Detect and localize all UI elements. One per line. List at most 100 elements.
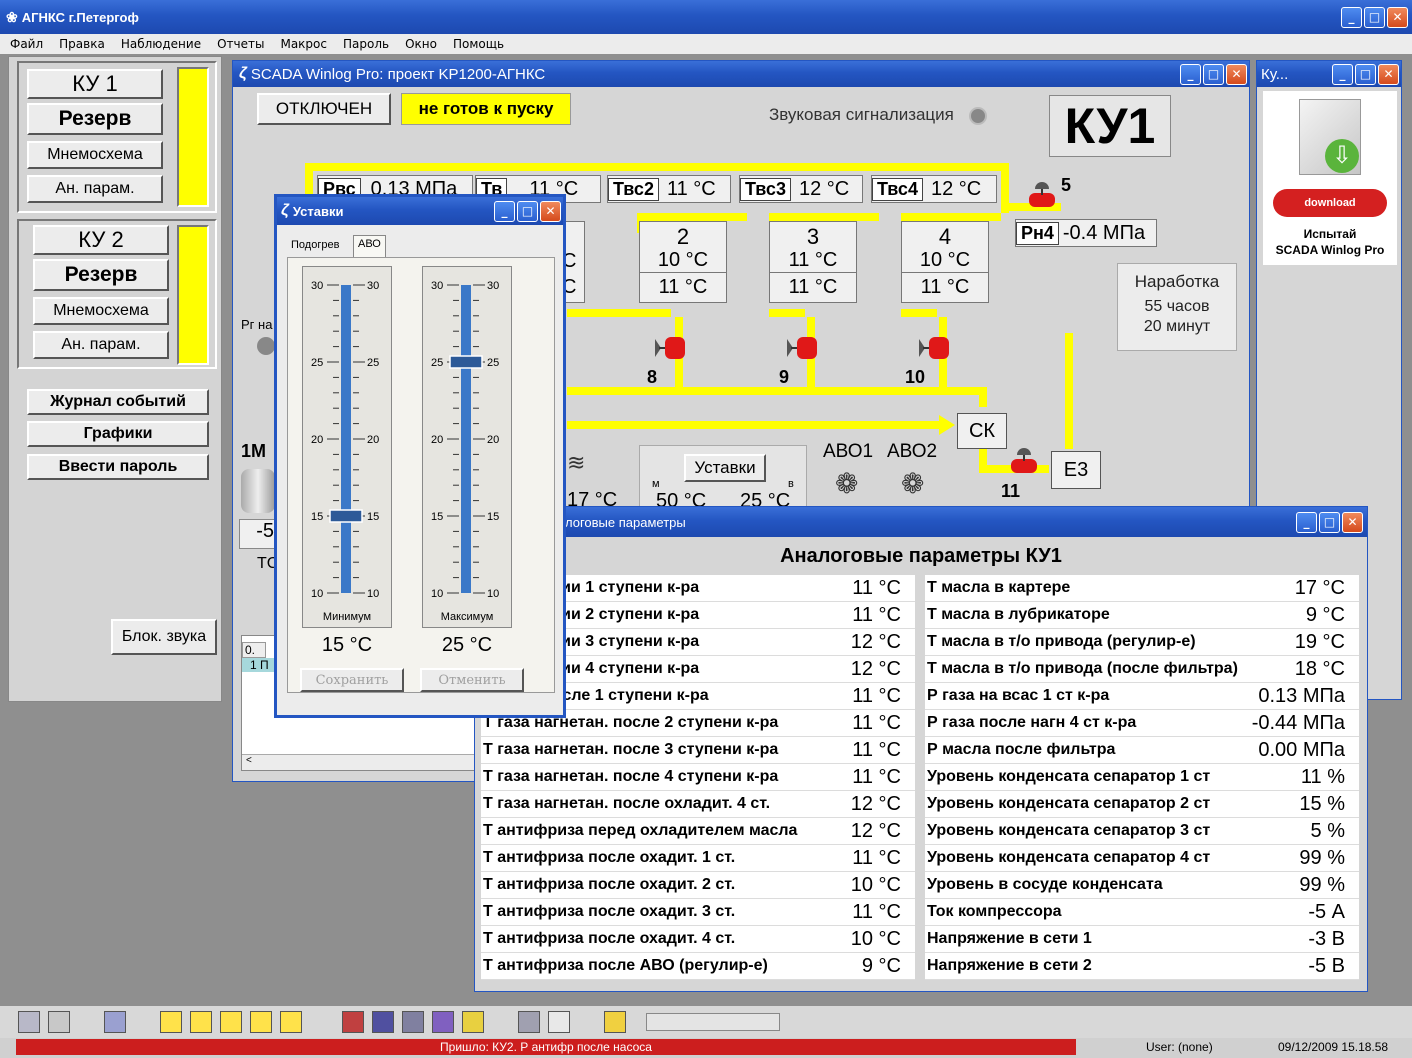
scada-title: SCADA Winlog Pro: проект KP1200-АГНКС [250,65,546,83]
slider-tick-label: 20 [367,434,379,446]
scada-maximize-button[interactable]: □ [1203,63,1224,85]
table-row: Т масла в лубрикаторе 9 °C [925,602,1359,629]
avo2-fan-icon[interactable]: ❁ [901,467,924,500]
unit-1-button[interactable]: КУ 1 [27,69,163,99]
valve-11-label: 11 [1001,481,1021,501]
pipe-stage3-h [769,213,879,221]
toolbar-alarm5-icon[interactable] [280,1011,302,1033]
ck-box: СК [957,413,1007,449]
pipe-top [305,163,1005,171]
menu-help[interactable]: Помощь [453,37,504,51]
unit-1-mode-button[interactable]: Резерв [27,103,163,135]
toolbar-key-icon[interactable] [604,1011,626,1033]
stage-4-t1: 10 °C [902,248,988,273]
motor-label: 1M [241,441,267,461]
avo1-fan-icon[interactable]: ❁ [835,467,858,500]
min-slider-track[interactable]: 30 30 25 25 20 20 15 15 10 10 [303,267,393,607]
stage-3-t1: 11 °C [770,248,856,273]
menu-file[interactable]: Файл [10,37,43,51]
enter-password-button[interactable]: Ввести пароль [27,454,209,480]
toolbar-alarm2-icon[interactable] [190,1011,212,1033]
event-journal-button[interactable]: Журнал событий [27,389,209,415]
pipe-collector [567,387,987,395]
ku-minimize-button[interactable]: _ [1332,63,1353,85]
close-button[interactable]: ✕ [1387,6,1408,28]
tvs3-tag: Твс3 [740,177,791,201]
setpoints-button[interactable]: Уставки [684,454,766,482]
scada-minimize-button[interactable]: _ [1180,63,1201,85]
ustavki-dialog: ζ Уставки _ □ ✕ Подогрев АВО 30 30 25 25 20 2… [274,194,566,718]
toolbar-print-icon[interactable] [48,1011,70,1033]
scada-close-button[interactable]: ✕ [1226,63,1247,85]
ustavki-close-button[interactable]: ✕ [540,200,561,222]
stage-2-number: 2 [676,224,690,249]
charts-button[interactable]: Графики [27,421,209,447]
toolbar-edit-icon[interactable] [518,1011,540,1033]
alarm-message[interactable]: Пришло: КУ2. Р антифр после насоса [16,1039,1076,1055]
toolbar-home-icon[interactable] [18,1011,40,1033]
minimize-button[interactable]: _ [1341,6,1362,28]
mute-sound-button[interactable]: Блок. звука [111,619,217,655]
param-value: 11 °C [852,900,901,923]
download-button[interactable]: download [1273,189,1387,217]
toolbar-book2-icon[interactable] [372,1011,394,1033]
status-off-button[interactable]: ОТКЛЮЧЕН [257,93,391,125]
menu-reports[interactable]: Отчеты [217,37,264,51]
valve-9-icon[interactable] [785,335,819,361]
toolbar-alarm4-icon[interactable] [250,1011,272,1033]
menu-password[interactable]: Пароль [343,37,389,51]
param-value: 0.13 МПа [1258,684,1345,707]
ustavki-tab-heating[interactable]: Подогрев [291,239,339,251]
ustavki-tab-avo[interactable]: АВО [353,235,386,257]
ustavki-minimize-button[interactable]: _ [494,200,515,222]
table-row: Ток компрессора -5 А [925,899,1359,926]
valve-10-icon[interactable] [917,335,951,361]
save-button[interactable]: Сохранить [300,668,404,692]
valve-5-icon[interactable] [1027,177,1057,211]
toolbar-grid-icon[interactable] [432,1011,454,1033]
analog-maximize-button[interactable]: □ [1319,511,1340,533]
ku-close-button[interactable]: ✕ [1378,63,1399,85]
toolbar-flask-icon[interactable] [104,1011,126,1033]
unit-2-mnemo-button[interactable]: Мнемосхема [33,297,169,325]
menu-edit[interactable]: Правка [59,37,105,51]
param-value: 18 °C [1294,657,1345,680]
ku-maximize-button[interactable]: □ [1355,63,1376,85]
toolbar-input-field[interactable] [646,1013,780,1031]
menu-window[interactable]: Окно [405,37,437,51]
unit-2-button[interactable]: КУ 2 [33,225,169,255]
analog-close-button[interactable]: ✕ [1342,511,1363,533]
toolbar-alarm3-icon[interactable] [220,1011,242,1033]
toolbar-doc-icon[interactable] [548,1011,570,1033]
toolbar-alarm1-icon[interactable] [160,1011,182,1033]
maximize-button[interactable]: □ [1364,6,1385,28]
menu-macro[interactable]: Макрос [280,37,327,51]
toolbar-user-icon[interactable] [402,1011,424,1033]
unit-1-mnemo-button[interactable]: Мнемосхема [27,141,163,169]
toolbar-help-icon[interactable] [462,1011,484,1033]
max-slider[interactable]: 30 30 25 25 20 20 15 15 10 10 Максимум [422,266,512,628]
event-list-scrollbar[interactable]: < [242,754,478,770]
slider-thumb[interactable] [329,509,363,523]
max-slider-track[interactable]: 30 30 25 25 20 20 15 15 10 10 [423,267,513,607]
slider-tick-label: 30 [431,280,443,292]
ustavki-maximize-button[interactable]: □ [517,200,538,222]
toolbar-book-icon[interactable] [342,1011,364,1033]
unit-2-mode-button[interactable]: Резерв [33,259,169,291]
unit-1-params-button[interactable]: Ан. парам. [27,175,163,203]
analog-minimize-button[interactable]: _ [1296,511,1317,533]
unit-2-params-button[interactable]: Ан. парам. [33,331,169,359]
valve-11-icon[interactable] [1009,443,1039,477]
tvs2-tag: Твс2 [608,177,659,201]
ku-promo[interactable]: ⇩ download Испытай SCADA Winlog Pro [1263,91,1397,265]
valve-8-icon[interactable] [653,335,687,361]
param-value: 9 °C [861,954,901,977]
sound-alarm-indicator[interactable] [969,107,987,125]
param-value: 5 % [1310,819,1345,842]
unit-1-status-indicator [177,67,209,207]
param-value: 17 °C [1294,576,1345,599]
slider-thumb[interactable] [449,355,483,369]
min-slider[interactable]: 30 30 25 25 20 20 15 15 10 10 Минимум [302,266,392,628]
cancel-button[interactable]: Отменить [420,668,524,692]
menu-view[interactable]: Наблюдение [121,37,201,51]
